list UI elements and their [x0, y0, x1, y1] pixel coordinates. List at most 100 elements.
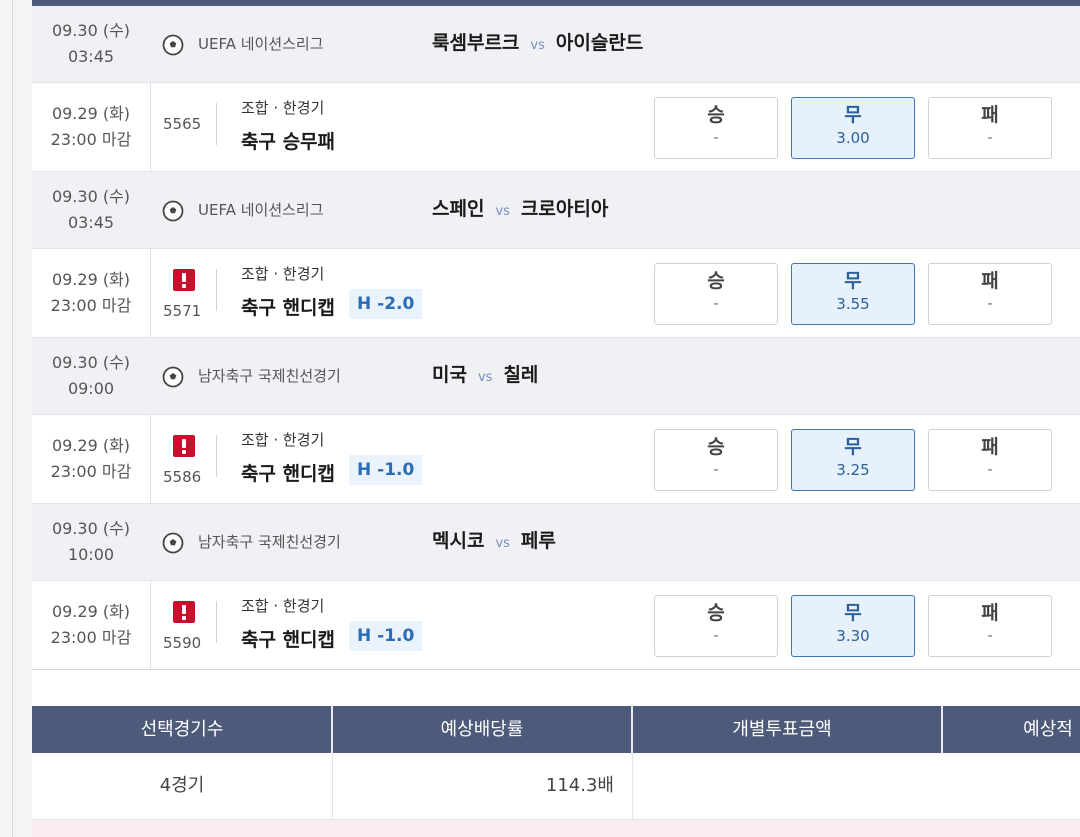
bet-deadline: 09.29 (화) 23:00 마감 — [32, 433, 150, 485]
game-name: 축구 승무패 — [241, 131, 336, 153]
summary-expected-payout — [942, 753, 1080, 819]
column-divider — [150, 415, 151, 503]
summary-expected-odds: 114.3배 — [545, 775, 614, 796]
game-divider — [216, 435, 217, 477]
away-team: 칠레 — [503, 364, 539, 386]
odds-button-win[interactable]: 승- — [654, 595, 778, 657]
game-number: 5565 — [163, 115, 202, 133]
soccer-ball-icon — [162, 366, 184, 388]
match-time: 09:00 — [67, 379, 115, 398]
odds-value: - — [987, 296, 993, 312]
odds-value: - — [987, 130, 993, 146]
league-name: UEFA 네이션스리그 — [198, 35, 324, 53]
game-type: 조합 · 한경기 — [241, 431, 325, 449]
game-divider — [216, 601, 217, 643]
odds-button-win[interactable]: 승- — [654, 97, 778, 159]
game-divider — [216, 103, 217, 145]
odds-value: 3.25 — [836, 461, 870, 479]
game-name: 축구 핸디캡 — [241, 629, 336, 651]
handicap-badge: H -2.0 — [349, 289, 423, 319]
summary-selected-count: 4경기 — [159, 775, 205, 796]
league-name: 남자축구 국제친선경기 — [198, 367, 341, 385]
odds-label: 승 — [707, 436, 725, 458]
odds-button-win[interactable]: 승- — [654, 263, 778, 325]
bet-row: 09.29 (화) 23:00 마감 5590 조합 · 한경기 축구 핸디캡 H -1.… — [32, 581, 1080, 670]
odds-button-win[interactable]: 승- — [654, 429, 778, 491]
soccer-ball-icon — [162, 34, 184, 56]
game-name: 축구 핸디캡 — [241, 297, 336, 319]
odds-button-draw[interactable]: 무 3.55 — [791, 263, 915, 325]
vs-label: vs — [530, 38, 545, 53]
odds-label: 승 — [707, 602, 725, 624]
home-team: 멕시코 — [432, 530, 485, 552]
bet-row: 09.29 (화) 23:00 마감 5571 조합 · 한경기축구 핸디캡 H -2.… — [32, 249, 1080, 338]
notice-bar — [32, 820, 1080, 837]
game-type: 조합 · 한경기 — [241, 99, 325, 117]
odds-label: 무 — [844, 270, 862, 292]
match-datetime: 09.30 (수) 09:00 — [32, 350, 150, 402]
game-name: 축구 핸디캡 — [241, 463, 336, 485]
odds-value: - — [987, 462, 993, 478]
match-datetime: 09.30 (수) 03:45 — [32, 184, 150, 236]
game-number: 5590 — [163, 634, 202, 652]
bet-deadline: 09.29 (화) 23:00 마감 — [32, 101, 150, 153]
odds-value: - — [987, 628, 993, 644]
match-date: 09.30 (수) — [51, 187, 131, 206]
odds-button-lose[interactable]: 패- — [928, 263, 1052, 325]
odds-button-lose[interactable]: 패- — [928, 595, 1052, 657]
soccer-ball-icon — [162, 200, 184, 222]
vs-label: vs — [495, 204, 510, 219]
odds-label: 무 — [844, 436, 862, 458]
odds-label: 패 — [981, 104, 999, 126]
match-time: 03:45 — [67, 47, 115, 66]
odds-value: 3.00 — [836, 129, 870, 147]
summary-row: 4경기 114.3배 — [32, 753, 1080, 820]
odds-button-draw[interactable]: 무 3.25 — [791, 429, 915, 491]
bet-row: 09.29 (화) 23:00 마감 5586 조합 · 한경기 축구 핸디캡 H -1.… — [32, 415, 1080, 504]
left-rail — [0, 0, 32, 837]
odds-label: 패 — [981, 602, 999, 624]
bet-deadline-time: 23:00 마감 — [50, 462, 132, 481]
match-teams: 룩셈부르크 vs 아이슬란드 — [432, 28, 643, 55]
odds-button-lose[interactable]: 패- — [928, 97, 1052, 159]
match-date: 09.30 (수) — [51, 519, 131, 538]
odds-value: - — [713, 296, 719, 312]
summary-header-expected-payout: 예상적 — [1023, 719, 1073, 740]
home-team: 미국 — [432, 364, 467, 386]
match-datetime: 09.30 (수) 10:00 — [32, 516, 150, 568]
match-date: 09.30 (수) — [51, 21, 131, 40]
game-type: 조합 · 한경기 — [241, 265, 325, 283]
match-row: 09.30 (수) 09:00 남자축구 국제친선경기 미국 vs 칠레 — [32, 338, 1080, 415]
odds-value: 3.55 — [836, 295, 870, 313]
odds-label: 패 — [981, 436, 999, 458]
exclamation-alert-icon — [173, 435, 195, 457]
game-divider — [216, 269, 217, 311]
odds-button-lose[interactable]: 패- — [928, 429, 1052, 491]
league-name: 남자축구 국제친선경기 — [198, 533, 341, 551]
bet-date: 09.29 (화) — [51, 436, 131, 455]
match-datetime: 09.30 (수) 03:45 — [32, 18, 150, 70]
odds-label: 승 — [707, 104, 725, 126]
bet-date: 09.29 (화) — [51, 104, 131, 123]
match-teams: 스페인 vs 크로아티아 — [432, 194, 608, 221]
match-row: 09.30 (수) 10:00 남자축구 국제친선경기 멕시코 vs 페루 — [32, 504, 1080, 581]
bet-deadline: 09.29 (화) 23:00 마감 — [32, 267, 150, 319]
match-teams: 멕시코 vs 페루 — [432, 526, 556, 553]
game-type: 조합 · 한경기 — [241, 597, 325, 615]
column-divider — [150, 249, 151, 337]
odds-button-draw[interactable]: 무 3.00 — [791, 97, 915, 159]
odds-value: - — [713, 462, 719, 478]
away-team: 페루 — [520, 530, 556, 552]
left-rail-line — [12, 0, 13, 837]
column-divider — [150, 83, 151, 171]
game-number: 5571 — [163, 302, 202, 320]
soccer-ball-icon — [162, 532, 184, 554]
vs-label: vs — [495, 536, 510, 551]
vs-label: vs — [477, 370, 493, 385]
match-teams: 미국 vs 칠레 — [432, 360, 538, 387]
summary-bet-amount-input[interactable] — [632, 753, 942, 819]
odds-button-draw[interactable]: 무 3.30 — [791, 595, 915, 657]
odds-value: - — [713, 628, 719, 644]
match-time: 10:00 — [67, 545, 115, 564]
handicap-badge: H -1.0 — [349, 455, 423, 485]
